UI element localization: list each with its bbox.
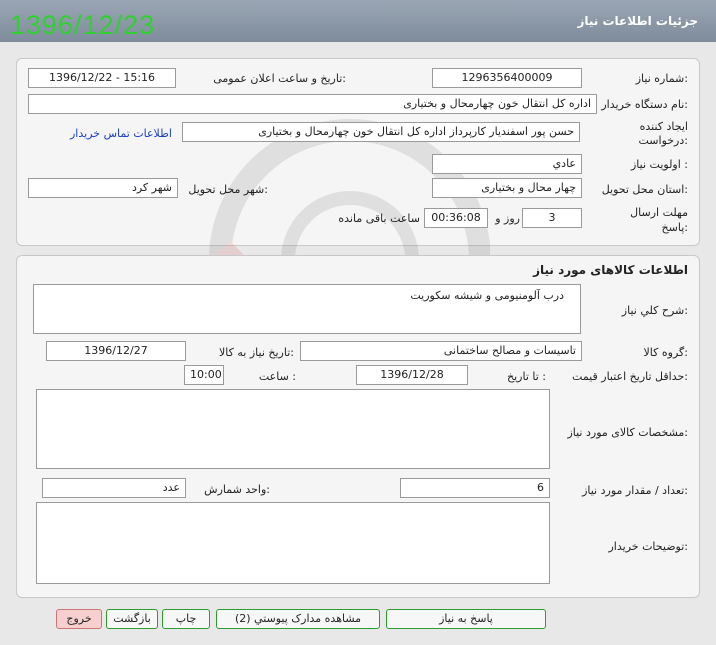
- unit-label: واحد شمارش:: [204, 483, 270, 496]
- quantity-label: تعداد / مقدار مورد نیاز:: [582, 484, 688, 497]
- remaining-days-field: 3: [522, 208, 582, 228]
- delivery-province-label: استان محل تحویل:: [601, 183, 688, 196]
- print-button[interactable]: چاپ: [162, 609, 210, 629]
- to-date-field: 1396/12/28: [356, 365, 468, 385]
- need-date-field: 1396/12/27: [46, 341, 186, 361]
- need-date-label: تاریخ نیاز به کالا:: [219, 346, 294, 359]
- requester-label-line1: ایجاد کننده: [639, 120, 688, 133]
- buyer-notes-label: توضیحات خریدار:: [608, 540, 689, 553]
- need-number-field: 1296356400009: [432, 68, 582, 88]
- buyer-notes-box[interactable]: [36, 502, 550, 584]
- goods-specs-label: مشخصات کالای مورد نیاز:: [567, 426, 688, 439]
- need-number-label: شماره نیاز:: [635, 72, 688, 85]
- overall-description-box: درب آلومنیومی و شیشه سکوریت: [33, 284, 581, 334]
- date-stamp: 1396/12/23: [10, 10, 156, 40]
- hour-field: 10:00: [184, 365, 224, 385]
- days-word: روز و: [495, 212, 520, 225]
- buyer-contact-link[interactable]: اطلاعات تماس خریدار: [70, 127, 172, 140]
- reply-deadline-label-line1: مهلت ارسال: [630, 206, 688, 219]
- requester-field: حسن پور اسفندیار کارپرداز اداره کل انتقا…: [182, 122, 580, 142]
- reply-deadline-label-line2: پاسخ:: [661, 221, 688, 234]
- to-date-label: تا تاریخ :: [507, 370, 546, 383]
- goods-group-label: گروه کالا:: [643, 346, 688, 359]
- delivery-city-field: شهر کرد: [28, 178, 178, 198]
- unit-field: عدد: [42, 478, 186, 498]
- delivery-city-label: شهر محل تحویل:: [188, 183, 268, 196]
- remaining-hours-label: ساعت باقی مانده: [338, 212, 420, 225]
- quantity-field: 6: [400, 478, 550, 498]
- priority-label: اولویت نیاز :: [630, 158, 688, 171]
- reply-to-need-button[interactable]: پاسخ به نیاز: [386, 609, 546, 629]
- buyer-org-label: نام دستگاه خریدار:: [601, 98, 688, 111]
- view-attachments-button[interactable]: مشاهده مدارک پیوستي (2): [216, 609, 380, 629]
- exit-button[interactable]: خروج: [56, 609, 102, 629]
- remaining-time-field: 00:36:08: [424, 208, 488, 228]
- goods-group-field: تاسیسات و مصالح ساختمانی: [300, 341, 582, 361]
- back-button[interactable]: بازگشت: [106, 609, 158, 629]
- delivery-province-field: چهار محال و بختیاری: [432, 178, 582, 198]
- announce-datetime-field: 1396/12/22 - 15:16: [28, 68, 176, 88]
- announce-datetime-label: تاریخ و ساعت اعلان عمومی:: [213, 72, 346, 85]
- goods-specs-box[interactable]: [36, 389, 550, 469]
- buyer-org-field: اداره کل انتقال خون چهارمحال و بختیاری: [28, 94, 597, 114]
- hour-label: ساعت :: [258, 370, 296, 383]
- price-validity-label: حداقل تاریخ اعتبار قیمت:: [572, 370, 688, 383]
- goods-section-title: اطلاعات کالاهای مورد نیاز: [533, 263, 688, 277]
- overall-description-text: درب آلومنیومی و شیشه سکوریت: [410, 289, 564, 302]
- requester-label-line2: درخواست:: [638, 134, 689, 147]
- priority-field: عادي: [432, 154, 582, 174]
- overall-description-label: شرح کلي نیاز:: [621, 304, 688, 317]
- page-title: جزئیات اطلاعات نیاز: [577, 14, 698, 28]
